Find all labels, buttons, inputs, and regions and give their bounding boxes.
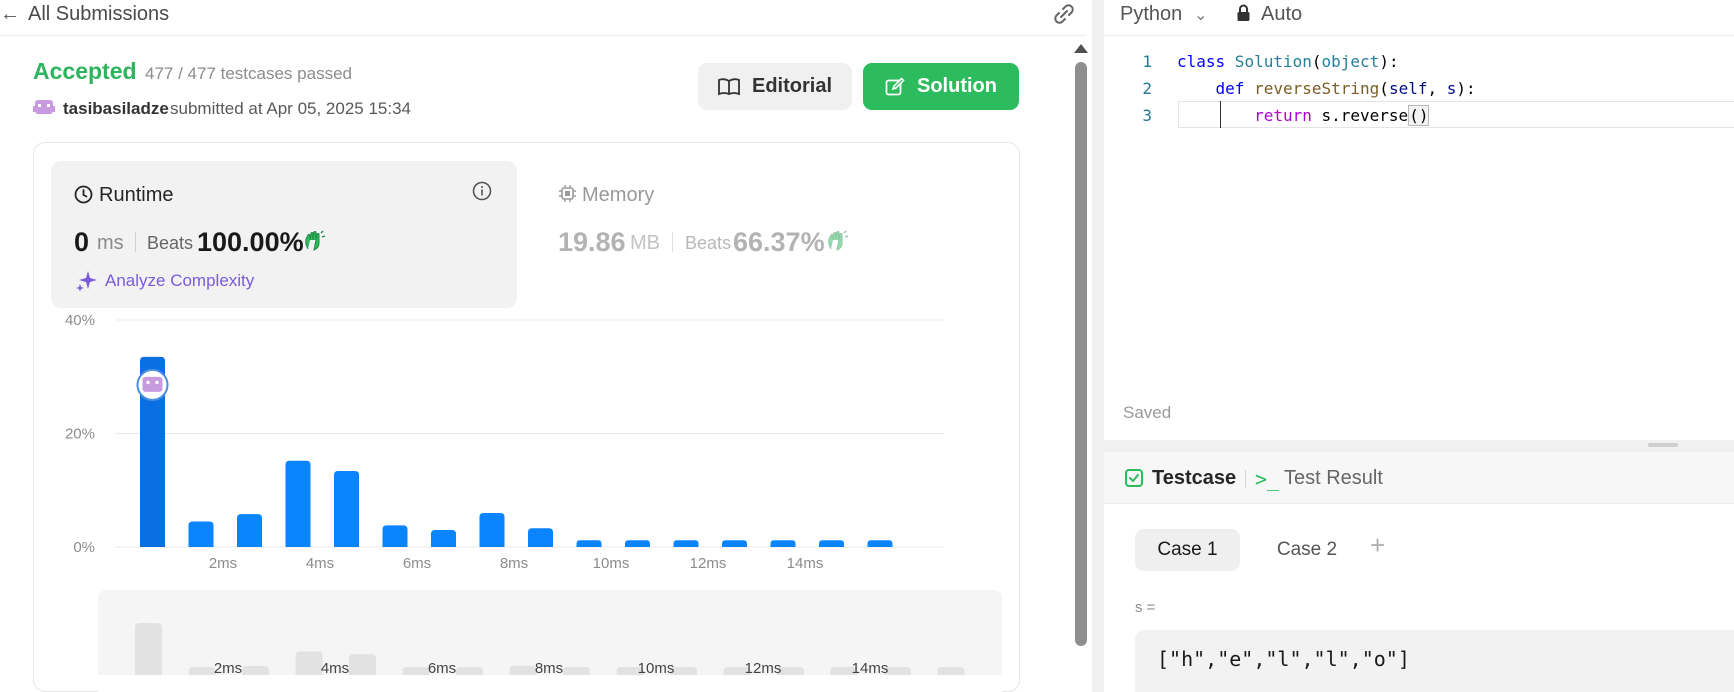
saved-status: Saved <box>1123 403 1172 422</box>
chart-bar <box>479 512 505 547</box>
chart-bar <box>382 525 408 547</box>
tab-test-result[interactable]: Test Result <box>1284 467 1383 490</box>
x-tick-label: 12ms <box>690 555 727 572</box>
line-number: 1 <box>1142 52 1152 71</box>
code-text[interactable]: return s.reverse() <box>1177 102 1430 129</box>
y-tick-label: 20% <box>65 426 95 443</box>
chart-bar <box>576 540 602 547</box>
code-text[interactable]: def reverseString(self, s): <box>1177 75 1476 102</box>
code-line[interactable]: 3 return s.reverse() <box>1104 102 1734 129</box>
overview-tick-label: 12ms <box>745 660 782 677</box>
chart-bar <box>722 540 747 547</box>
chart-bar <box>528 528 553 547</box>
code-area[interactable]: 1 class Solution(object): 2 def reverseStr… <box>1104 48 1734 129</box>
code-text[interactable]: class Solution(object): <box>1177 48 1399 75</box>
editor-resize-handle[interactable] <box>1104 440 1734 452</box>
chart-bar <box>285 460 311 547</box>
chevron-down-icon[interactable]: ⌄ <box>1194 5 1207 25</box>
panel-resize-handle[interactable] <box>1092 0 1104 692</box>
chart-bar <box>188 521 214 547</box>
chart-bar <box>431 529 456 547</box>
x-tick-label: 14ms <box>787 555 824 572</box>
overview-tick-label: 8ms <box>535 660 563 677</box>
auto-mode[interactable]: Auto <box>1261 3 1302 26</box>
tab-separator <box>1245 470 1246 488</box>
user-avatar-eye <box>146 380 150 384</box>
case-1-tab[interactable]: Case 1 <box>1135 529 1240 571</box>
checkbox-icon <box>1125 469 1143 487</box>
x-tick-label: 10ms <box>593 555 630 572</box>
chart-bar <box>673 540 699 547</box>
case-2-tab[interactable]: Case 2 <box>1262 529 1352 571</box>
x-tick-label: 8ms <box>500 555 528 572</box>
chart-bar <box>819 540 844 547</box>
chart-bar <box>625 540 650 547</box>
code-line[interactable]: 1 class Solution(object): <box>1104 48 1734 75</box>
lock-icon <box>1237 4 1250 21</box>
x-tick-label: 2ms <box>209 555 237 572</box>
resize-grip[interactable] <box>1648 443 1678 447</box>
overview-tick-label: 4ms <box>321 660 349 677</box>
line-number: 2 <box>1142 79 1152 98</box>
terminal-icon: >_ <box>1255 467 1280 491</box>
line-number: 3 <box>1142 106 1152 125</box>
x-tick-label: 6ms <box>403 555 431 572</box>
scrollbar-thumb[interactable] <box>1075 62 1087 646</box>
runtime-distribution-chart[interactable]: 0% 20% 40% 2ms 4ms 6ms 8ms 10ms 12ms 14ms 2ms 4ms 6m… <box>0 0 1086 692</box>
chart-bar <box>334 470 359 547</box>
input-variable-label: s = <box>1135 599 1156 616</box>
scroll-up-arrow-icon[interactable] <box>1074 44 1088 53</box>
chart-bar <box>770 540 796 547</box>
input-variable-value[interactable]: ["h","e","l","l","o"] <box>1135 630 1734 692</box>
chart-bar <box>237 514 262 547</box>
user-avatar-marker <box>142 376 163 392</box>
y-tick-label: 40% <box>65 312 95 329</box>
code-line[interactable]: 2 def reverseString(self, s): <box>1104 75 1734 102</box>
add-case-icon[interactable]: + <box>1370 530 1385 561</box>
user-avatar-eye <box>155 380 159 384</box>
overview-tick-label: 6ms <box>428 660 456 677</box>
overview-tick-label: 14ms <box>852 660 889 677</box>
overview-mask <box>98 675 1002 692</box>
language-select[interactable]: Python <box>1120 3 1182 26</box>
x-tick-label: 4ms <box>306 555 334 572</box>
tab-testcase[interactable]: Testcase <box>1152 467 1236 490</box>
overview-tick-label: 10ms <box>638 660 675 677</box>
y-tick-label: 0% <box>73 539 95 556</box>
overview-tick-label: 2ms <box>214 660 242 677</box>
chart-bar <box>867 540 893 547</box>
